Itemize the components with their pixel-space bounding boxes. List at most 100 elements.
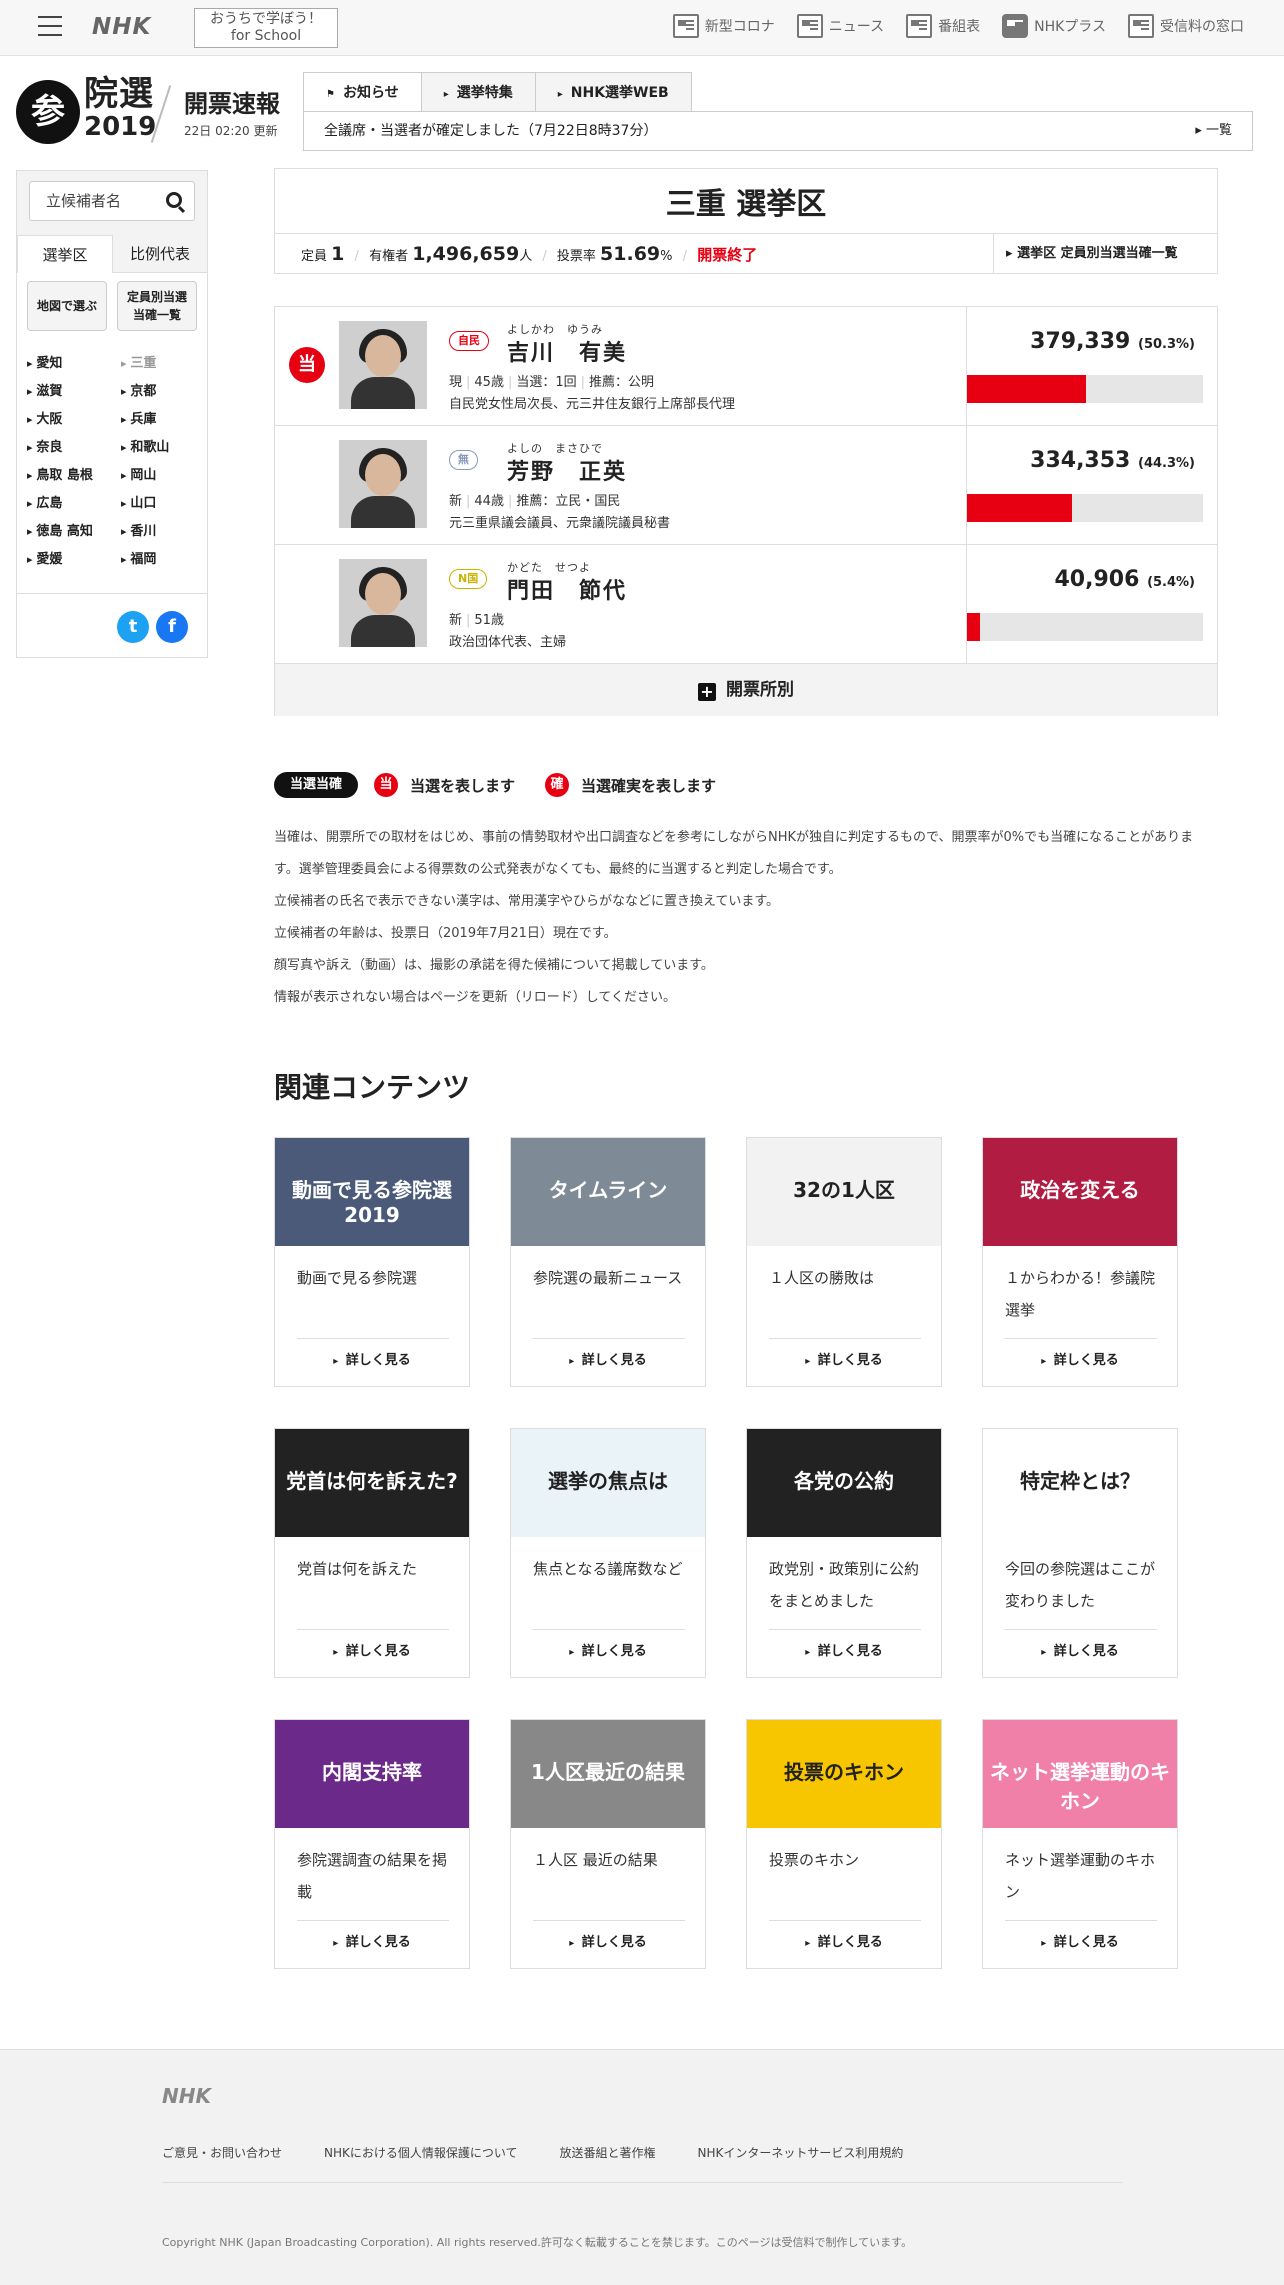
- menu-icon[interactable]: [38, 16, 62, 38]
- candidate-row[interactable]: N国 かどた せつよ 門田 節代新 | 51歳 政治団体代表、主婦 40,906 (5.4%…: [275, 545, 1217, 664]
- notice-more-link[interactable]: ▸ 一覧: [1195, 112, 1232, 150]
- related-card[interactable]: 特定枠とは？ 今回の参院選はここが変わりました詳しく見る: [982, 1428, 1178, 1678]
- tab-notice[interactable]: ⚑ お知らせ: [303, 72, 422, 114]
- card-thumbnail: 各党の公約: [747, 1429, 941, 1537]
- tab-election-web[interactable]: ▸ NHK選挙WEB: [534, 72, 692, 112]
- district-title: 三重 選挙区: [665, 187, 827, 222]
- side-tabs: 選挙区 比例代表: [17, 235, 207, 273]
- notice-bar[interactable]: 全議席・当選者が確定しました（7月22日8時37分） ▸ 一覧: [303, 111, 1253, 151]
- map-select-button[interactable]: 地図で選ぶ: [27, 281, 107, 331]
- window-icon: [1128, 14, 1154, 38]
- related-card[interactable]: 政治を変える １からわかる！参議院選挙詳しく見る: [982, 1137, 1178, 1387]
- twitter-icon[interactable]: t: [117, 611, 149, 643]
- note-text: 当確は、開票所での取材をはじめ、事前の情勢取材や出口調査などを参考にしながらNH…: [274, 830, 1194, 877]
- card-thumbnail: 1人区最近の結果: [511, 1720, 705, 1828]
- divider: [17, 593, 207, 594]
- card-title: １からわかる！参議院選挙: [1005, 1269, 1156, 1319]
- facebook-icon[interactable]: f: [156, 611, 188, 643]
- candidate-desc: 元三重県議会議員、元衆議院議員秘書: [449, 516, 671, 531]
- candidate-meta: 新 | 44歳 | 推薦：立民・国民: [449, 494, 621, 509]
- card-more-link[interactable]: 詳しく見る: [511, 1637, 705, 1668]
- vote-bar: [967, 494, 1203, 522]
- winners-list-button[interactable]: 定員別当選 当確一覧: [117, 281, 197, 331]
- card-thumbnail: 動画で見る参院選2019: [275, 1138, 469, 1246]
- card-thumbnail: 内閣支持率: [275, 1720, 469, 1828]
- flag-icon: ⚑: [326, 89, 335, 100]
- tab-feature[interactable]: ▸ 選挙特集: [420, 72, 536, 112]
- card-more-link[interactable]: 詳しく見る: [511, 1346, 705, 1377]
- pref-link[interactable]: 鳥取 島根: [27, 467, 121, 485]
- nav-news[interactable]: ニュース: [796, 14, 884, 38]
- related-card[interactable]: 選挙の焦点は焦点となる議席数など詳しく見る: [510, 1428, 706, 1678]
- card-thumbnail: ネット選挙運動のキホン: [983, 1720, 1177, 1828]
- pref-link[interactable]: 大阪: [27, 411, 121, 429]
- related-card[interactable]: 各党の公約政党別・政策別に公約をまとめました詳しく見る: [746, 1428, 942, 1678]
- nav-nhk-plus[interactable]: NHKプラス: [1002, 14, 1106, 38]
- related-card[interactable]: 32の1人区 １人区の勝敗は詳しく見る: [746, 1137, 942, 1387]
- footer-link-copyright[interactable]: 放送番組と著作権: [560, 2144, 656, 2161]
- vote-bar-fill: [967, 613, 980, 641]
- related-card[interactable]: タイムライン参院選の最新ニュース詳しく見る: [510, 1137, 706, 1387]
- search-input[interactable]: 立候補者名: [29, 181, 195, 221]
- pref-link[interactable]: 京都: [121, 383, 203, 401]
- candidate-info: 当自民 よしかわ ゆうみ 吉川 有美現 | 45歳 | 当選：1回 | 推薦：公明 自民党女性局次…: [275, 307, 967, 425]
- nav-fee[interactable]: 受信料の窓口: [1128, 14, 1244, 38]
- by-counting-station-button[interactable]: + 開票所別: [275, 664, 1217, 716]
- related-card[interactable]: 投票のキホン投票のキホン詳しく見る: [746, 1719, 942, 1969]
- related-card[interactable]: 内閣支持率参院選調査の結果を掲載詳しく見る: [274, 1719, 470, 1969]
- pref-link[interactable]: 和歌山: [121, 439, 203, 457]
- pref-link[interactable]: 奈良: [27, 439, 121, 457]
- search-icon[interactable]: [166, 192, 182, 208]
- pref-link[interactable]: 広島: [27, 495, 121, 513]
- pref-link[interactable]: 愛媛: [27, 551, 121, 569]
- tab-district[interactable]: 選挙区: [17, 235, 113, 273]
- card-more-link[interactable]: 詳しく見る: [747, 1346, 941, 1377]
- card-more-link[interactable]: 詳しく見る: [983, 1928, 1177, 1959]
- footer-logo[interactable]: NHK: [162, 2084, 211, 2108]
- card-more-link[interactable]: 詳しく見る: [983, 1346, 1177, 1377]
- related-card[interactable]: 党首は何を訴えた? 党首は何を訴えた詳しく見る: [274, 1428, 470, 1678]
- district-winners-link[interactable]: ▸ 選挙区 定員別当選当確一覧: [993, 234, 1217, 273]
- candidate-row[interactable]: 無よしの まさひで 芳野 正英新 | 44歳 | 推薦：立民・国民 元三重県議会議員、元衆議…: [275, 426, 1217, 545]
- card-more-link[interactable]: 詳しく見る: [275, 1637, 469, 1668]
- related-card[interactable]: 1人区最近の結果 １人区 最近の結果詳しく見る: [510, 1719, 706, 1969]
- card-more-link[interactable]: 詳しく見る: [983, 1637, 1177, 1668]
- party-badge: 自民: [449, 331, 489, 351]
- card-thumbnail: 政治を変える: [983, 1138, 1177, 1246]
- nav-program-guide[interactable]: 番組表: [906, 14, 980, 38]
- copyright: Copyright NHK (Japan Broadcasting Corpor…: [162, 2236, 913, 2249]
- card-more-link[interactable]: 詳しく見る: [747, 1928, 941, 1959]
- vote-bar: [967, 613, 1203, 641]
- pref-link[interactable]: 福岡: [121, 551, 203, 569]
- kaihyo-title: 開票速報: [184, 90, 280, 118]
- footer-link-terms[interactable]: NHKインターネットサービス利用規約: [698, 2144, 904, 2161]
- related-card[interactable]: 動画で見る参院選2019 動画で見る参院選詳しく見る: [274, 1137, 470, 1387]
- card-more-link[interactable]: 詳しく見る: [747, 1637, 941, 1668]
- vote-bar-fill: [967, 375, 1086, 403]
- pref-link[interactable]: 岡山: [121, 467, 203, 485]
- card-more-link[interactable]: 詳しく見る: [275, 1346, 469, 1377]
- footer-link-contact[interactable]: ご意見・お問い合わせ: [162, 2144, 282, 2161]
- footer-links: ご意見・お問い合わせ NHKにおける個人情報保護について 放送番組と著作権 NH…: [162, 2144, 903, 2161]
- nav-corona[interactable]: 新型コロナ: [672, 14, 775, 38]
- pref-link[interactable]: 徳島 高知: [27, 523, 121, 541]
- candidate-desc: 自民党女性局次長、元三井住友銀行上席部長代理: [449, 397, 736, 412]
- for-school-link[interactable]: おうちで学ぼう！ for School: [194, 8, 338, 48]
- pref-link[interactable]: 香川: [121, 523, 203, 541]
- related-card[interactable]: ネット選挙運動のキホンネット選挙運動のキホン詳しく見る: [982, 1719, 1178, 1969]
- site-header: NHK おうちで学ぼう！ for School 新型コロナ ニュース 番組表 N…: [0, 0, 1284, 56]
- pref-link[interactable]: 愛知: [27, 355, 121, 373]
- footer-link-privacy[interactable]: NHKにおける個人情報保護について: [324, 2144, 518, 2161]
- win-badge: 当: [289, 347, 325, 383]
- nhk-logo[interactable]: NHK: [92, 14, 151, 40]
- pref-link[interactable]: 兵庫: [121, 411, 203, 429]
- card-title: 動画で見る参院選: [297, 1269, 418, 1287]
- election-logo[interactable]: 参: [16, 80, 80, 144]
- card-more-link[interactable]: 詳しく見る: [275, 1928, 469, 1959]
- tab-proportional[interactable]: 比例代表: [113, 235, 207, 273]
- candidate-row[interactable]: 当自民 よしかわ ゆうみ 吉川 有美現 | 45歳 | 当選：1回 | 推薦：公明 自民党女性局次…: [275, 307, 1217, 426]
- card-more-link[interactable]: 詳しく見る: [511, 1928, 705, 1959]
- pref-link[interactable]: 滋賀: [27, 383, 121, 401]
- pref-link[interactable]: 三重: [121, 355, 203, 373]
- pref-link[interactable]: 山口: [121, 495, 203, 513]
